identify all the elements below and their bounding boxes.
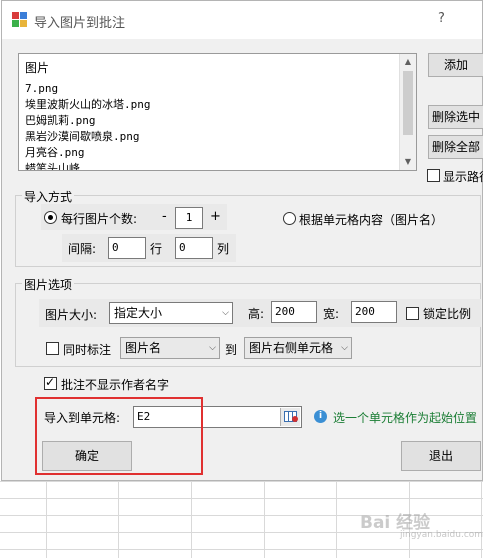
image-size-value: 指定大小 <box>114 306 163 320</box>
label-target-select[interactable]: 图片右侧单元格 ⌵ <box>244 337 352 359</box>
list-item[interactable]: 月亮谷.png <box>25 145 151 161</box>
col-spacing-input[interactable]: 0 <box>175 237 213 259</box>
width-input[interactable]: 200 <box>351 301 397 323</box>
height-label: 高: <box>248 307 265 321</box>
title-bar: 导入图片到批注 ? <box>2 1 482 39</box>
by-cell-radio[interactable] <box>283 212 296 225</box>
height-input[interactable]: 200 <box>271 301 317 323</box>
excel-app-icon <box>12 12 28 28</box>
to-label: 到 <box>225 343 238 357</box>
list-item[interactable]: 蜡笔头山峰 <box>25 161 151 170</box>
also-label-label: 同时标注 <box>63 343 112 357</box>
increment-button[interactable]: + <box>210 209 221 224</box>
info-icon: i <box>314 410 327 423</box>
window-title: 导入图片到批注 <box>34 16 126 31</box>
hide-author-checkbox[interactable] <box>44 375 57 390</box>
per-row-radio[interactable] <box>44 211 57 224</box>
show-path-checkbox[interactable] <box>427 169 440 182</box>
watermark-subtext: jingyan.baidu.com <box>400 530 483 540</box>
add-button[interactable]: 添加 <box>428 53 483 77</box>
list-item[interactable]: 埃里波斯火山的冰塔.png <box>25 97 151 113</box>
chevron-down-icon: ⌵ <box>209 343 216 353</box>
target-cell-hint: 选一个单元格作为起始位置 <box>333 411 478 425</box>
label-source-value: 图片名 <box>125 341 162 355</box>
list-item[interactable]: 黑岩沙漠间歇喷泉.png <box>25 129 151 145</box>
delete-selected-button[interactable]: 删除选中 <box>428 105 483 129</box>
help-button[interactable]: ? <box>438 11 445 26</box>
image-list-header: 图片 <box>25 61 50 75</box>
annotation-highlight-box <box>35 397 203 475</box>
image-list-scrollbar[interactable]: ▲ ▼ <box>399 54 416 170</box>
scroll-down-icon[interactable]: ▼ <box>400 154 416 170</box>
row-spacing-input[interactable]: 0 <box>108 237 146 259</box>
lock-ratio-label: 锁定比例 <box>423 307 472 321</box>
image-options-legend: 图片选项 <box>22 276 75 293</box>
scroll-thumb[interactable] <box>403 71 413 135</box>
delete-all-button[interactable]: 删除全部 <box>428 135 483 159</box>
by-cell-label: 根据单元格内容（图片名） <box>299 213 444 227</box>
lock-ratio-checkbox[interactable] <box>406 307 419 320</box>
per-row-count-input[interactable]: 1 <box>175 207 203 229</box>
import-mode-legend: 导入方式 <box>22 188 75 205</box>
hide-author-label: 批注不显示作者名字 <box>61 378 170 392</box>
list-item[interactable]: 巴姆凯莉.png <box>25 113 151 129</box>
image-size-select[interactable]: 指定大小 ⌵ <box>109 302 233 324</box>
show-path-label: 显示路径 <box>443 170 483 184</box>
chevron-down-icon: ⌵ <box>222 308 229 318</box>
spacing-label: 间隔: <box>68 242 97 256</box>
image-size-label: 图片大小: <box>45 308 98 322</box>
image-list[interactable]: 图片 7.png 埃里波斯火山的冰塔.png 巴姆凯莉.png 黑岩沙漠间歇喷泉… <box>18 53 417 171</box>
list-item[interactable]: 7.png <box>25 81 151 97</box>
exit-button[interactable]: 退出 <box>401 441 481 471</box>
label-source-select[interactable]: 图片名 ⌵ <box>120 337 220 359</box>
scroll-up-icon[interactable]: ▲ <box>400 54 416 70</box>
row-unit-label: 行 <box>150 242 163 256</box>
width-label: 宽: <box>323 307 340 321</box>
label-target-value: 图片右侧单元格 <box>249 341 334 355</box>
decrement-button[interactable]: - <box>162 209 167 224</box>
col-unit-label: 列 <box>217 242 230 256</box>
also-label-checkbox[interactable] <box>46 342 59 355</box>
cell-picker-icon[interactable] <box>280 408 300 426</box>
chevron-down-icon: ⌵ <box>341 343 348 353</box>
per-row-label: 每行图片个数: <box>61 212 138 226</box>
